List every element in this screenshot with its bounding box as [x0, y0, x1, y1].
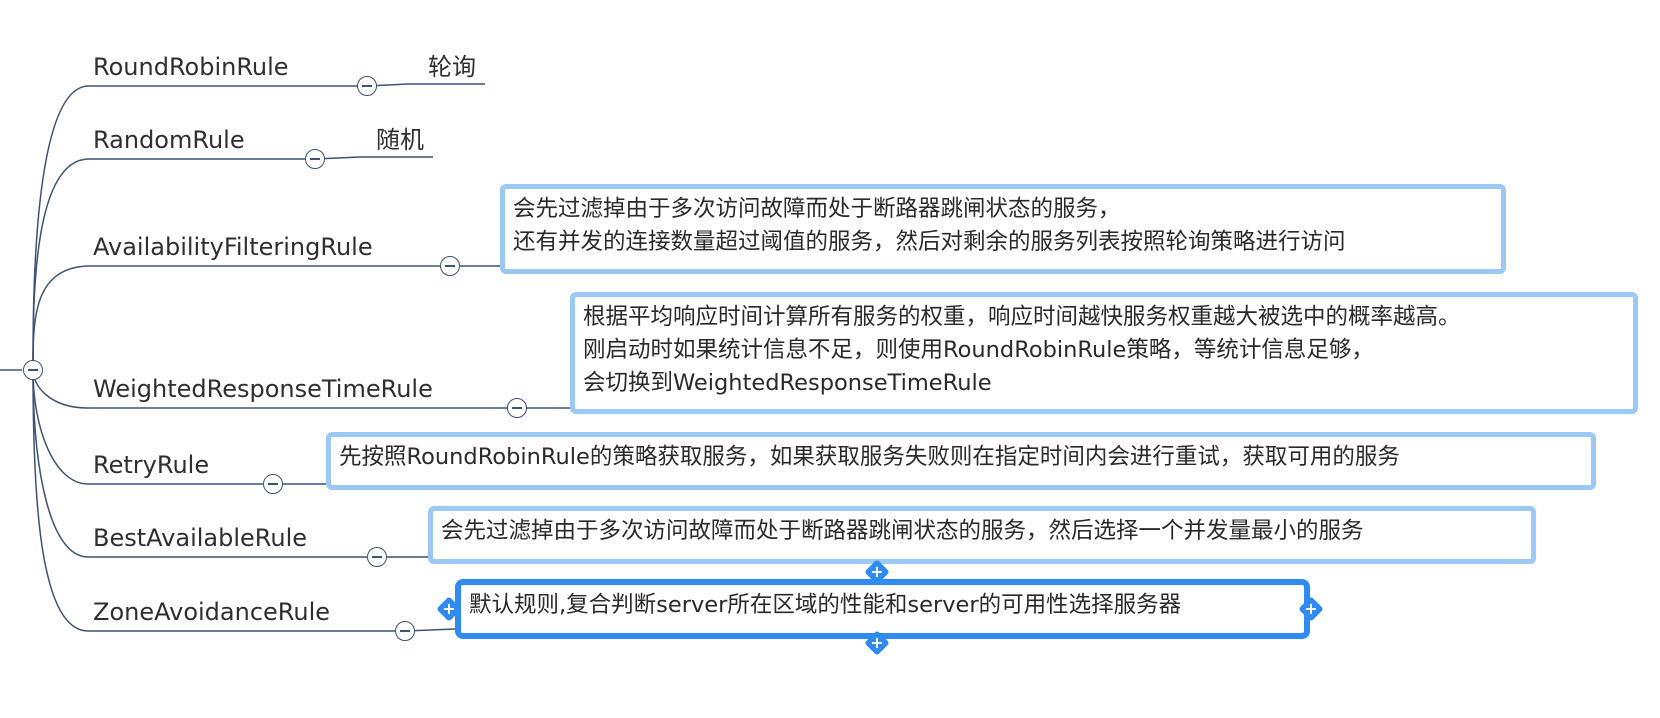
description-box-selected[interactable]: 默认规则,复合判断server所在区域的性能和server的可用性选择服务器: [455, 579, 1310, 639]
rule-label[interactable]: 轮询: [428, 52, 476, 82]
plus-icon: +: [1304, 599, 1318, 618]
add-node-right-button[interactable]: +: [1298, 596, 1324, 622]
mind-map-canvas: RoundRobinRule 轮询 RandomRule 随机 Availabi…: [0, 0, 1660, 718]
description-line: 刚启动时如果统计信息不足，则使用RoundRobinRule策略，等统计信息足够…: [583, 337, 1374, 363]
description-box[interactable]: 会先过滤掉由于多次访问故障而处于断路器跳闸状态的服务， 还有并发的连接数量超过阈…: [500, 184, 1506, 274]
collapse-button[interactable]: [507, 398, 527, 418]
add-node-top-button[interactable]: +: [864, 559, 890, 585]
description-box[interactable]: 根据平均响应时间计算所有服务的权重，响应时间越快服务权重越大被选中的概率越高。 …: [570, 292, 1638, 414]
description-line: 默认规则,复合判断server所在区域的性能和server的可用性选择服务器: [469, 592, 1182, 618]
description-line: 还有并发的连接数量超过阈值的服务，然后对剩余的服务列表按照轮询策略进行访问: [513, 229, 1346, 255]
description-box[interactable]: 先按照RoundRobinRule的策略获取服务，如果获取服务失败则在指定时间内…: [326, 432, 1596, 490]
root-collapse-button[interactable]: [23, 360, 43, 380]
rule-name[interactable]: RandomRule: [93, 125, 245, 155]
rule-name[interactable]: RetryRule: [93, 450, 209, 480]
description-line: 先按照RoundRobinRule的策略获取服务，如果获取服务失败则在指定时间内…: [339, 444, 1400, 470]
description-line: 根据平均响应时间计算所有服务的权重，响应时间越快服务权重越大被选中的概率越高。: [583, 304, 1461, 330]
rule-name[interactable]: AvailabilityFilteringRule: [93, 232, 373, 262]
description-line: 会先过滤掉由于多次访问故障而处于断路器跳闸状态的服务，然后选择一个并发量最小的服…: [441, 518, 1364, 544]
plus-icon: +: [442, 599, 456, 618]
description-line: 会先过滤掉由于多次访问故障而处于断路器跳闸状态的服务，: [513, 196, 1121, 222]
collapse-button[interactable]: [357, 76, 377, 96]
add-node-left-button[interactable]: +: [436, 596, 462, 622]
rule-name[interactable]: ZoneAvoidanceRule: [93, 597, 330, 627]
description-box[interactable]: 会先过滤掉由于多次访问故障而处于断路器跳闸状态的服务，然后选择一个并发量最小的服…: [428, 506, 1536, 564]
description-line: 会切换到WeightedResponseTimeRule: [583, 370, 992, 396]
rule-name[interactable]: BestAvailableRule: [93, 523, 307, 553]
collapse-button[interactable]: [367, 547, 387, 567]
collapse-button[interactable]: [263, 474, 283, 494]
plus-icon: +: [870, 562, 884, 581]
add-node-bottom-button[interactable]: +: [864, 630, 890, 656]
rule-name[interactable]: WeightedResponseTimeRule: [93, 374, 433, 404]
collapse-button[interactable]: [305, 149, 325, 169]
collapse-button[interactable]: [440, 256, 460, 276]
plus-icon: +: [870, 633, 884, 652]
collapse-button[interactable]: [395, 621, 415, 641]
rule-name[interactable]: RoundRobinRule: [93, 52, 289, 82]
rule-label[interactable]: 随机: [376, 125, 424, 155]
